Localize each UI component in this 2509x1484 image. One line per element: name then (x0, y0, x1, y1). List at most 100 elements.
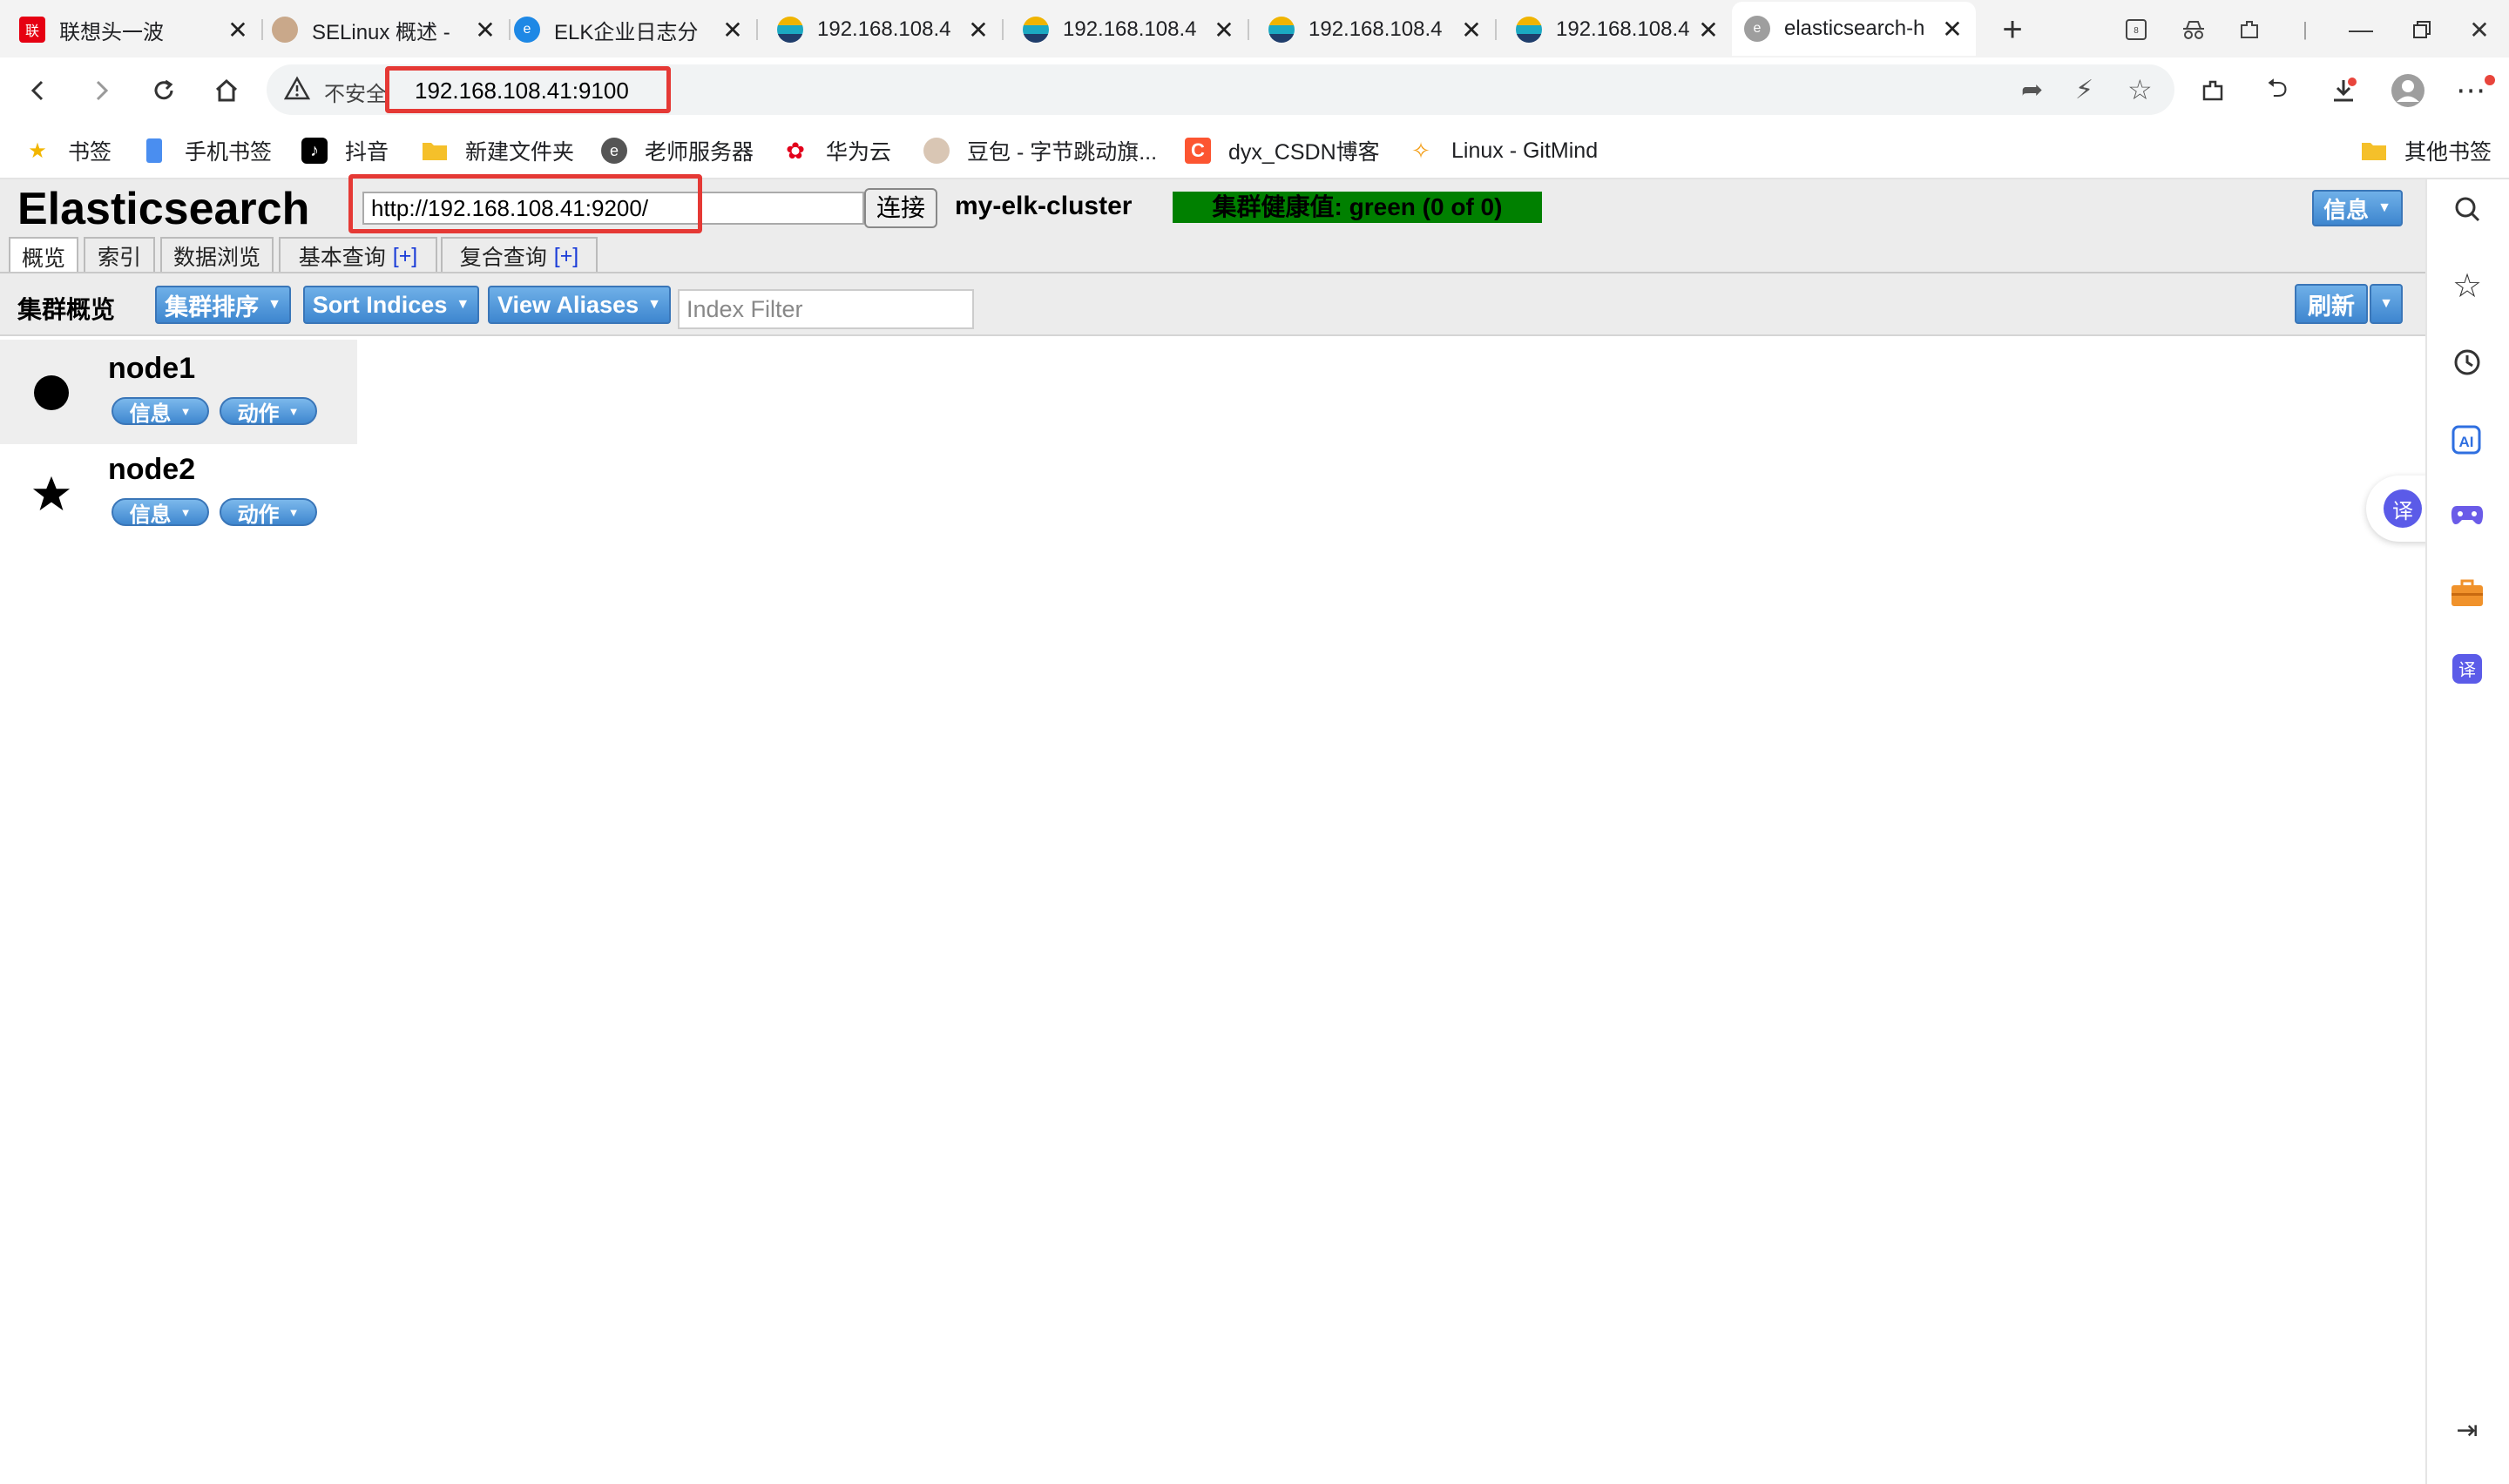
cluster-sort-button[interactable]: 集群排序 ▼ (155, 286, 291, 324)
caret-down-icon: ▼ (647, 297, 661, 312)
browser-tab[interactable]: e ELK企业日志分 ✕ (511, 7, 756, 52)
extensions-icon[interactable] (2192, 70, 2234, 111)
node-action-button[interactable]: 动作 ▼ (220, 498, 317, 527)
browser-tab[interactable]: 联 联想头一波 ✕ (0, 7, 261, 52)
bookmark-item[interactable]: ★ 书签 (24, 132, 112, 169)
star-icon: ★ (28, 138, 47, 163)
elastic-icon (777, 17, 803, 43)
caret-down-icon: ▼ (179, 404, 192, 418)
history-icon[interactable] (2446, 341, 2488, 383)
node-row: node2 信息 ▼ 动作 ▼ (0, 441, 357, 545)
close-tab-icon[interactable]: ✕ (1695, 16, 1721, 44)
incognito-icon[interactable] (2176, 12, 2211, 47)
share-icon[interactable]: ➦ (2021, 75, 2043, 105)
browser-toolbar: 不安全 192.168.108.41:9100 ➦ ⚡ ☆ ⮌ ⋯ (0, 57, 2509, 124)
minimize-icon[interactable]: — (2343, 12, 2378, 47)
security-label[interactable]: 不安全 (324, 77, 387, 107)
cluster-name: my-elk-cluster (955, 192, 1133, 220)
close-tab-icon[interactable]: ✕ (720, 16, 746, 44)
overview-toolbar: 集群概览 集群排序 ▼ Sort Indices ▼ View Aliases ▼ I… (0, 272, 2425, 336)
undo-icon[interactable]: ⮌ (2256, 70, 2298, 111)
bookmarks-bar: ★ 书签 手机书签 ♪ 抖音 新建文件夹 e 老师服务器 ✿ 华为云 豆包 - … (0, 124, 2509, 179)
annotation-box (348, 174, 702, 233)
bookmark-item[interactable]: 手机书签 (141, 132, 272, 169)
reload-button[interactable] (143, 70, 185, 111)
tab-compound-query[interactable]: 复合查询 [+] (441, 237, 598, 273)
profile-avatar-icon[interactable] (2387, 70, 2429, 111)
close-tab-icon[interactable]: ✕ (1211, 16, 1237, 44)
favorites-icon[interactable]: ☆ (2446, 265, 2488, 307)
caret-down-icon: ▼ (267, 297, 281, 312)
view-aliases-button[interactable]: View Aliases ▼ (488, 286, 671, 324)
browser-tab[interactable]: 192.168.108.4 ✕ (1497, 7, 1732, 52)
svg-text:译: 译 (2458, 659, 2476, 680)
master-node-circle-icon (31, 373, 71, 413)
back-button[interactable] (17, 70, 59, 111)
browser-tab[interactable]: 192.168.108.4 ✕ (758, 7, 1002, 52)
bookmark-item[interactable]: 豆包 - 字节跳动旗... (923, 132, 1157, 169)
caret-down-icon: ▼ (287, 404, 300, 418)
browser-tab-strip: 联 联想头一波 ✕ SELinux 概述 - ✕ e ELK企业日志分 ✕ 19… (0, 0, 2509, 57)
bookmark-item[interactable]: e 老师服务器 (601, 132, 754, 169)
browser-tab[interactable]: 192.168.108.4 ✕ (1249, 7, 1495, 52)
close-tab-icon[interactable]: ✕ (1458, 16, 1484, 44)
huawei-icon: ✿ (786, 137, 805, 164)
node-action-button[interactable]: 动作 ▼ (220, 397, 317, 426)
browser-tab[interactable]: 192.168.108.4 ✕ (1004, 7, 1248, 52)
refresh-button[interactable]: 刷新 (2295, 284, 2368, 324)
warning-icon[interactable] (283, 76, 311, 106)
game-icon[interactable] (2446, 495, 2488, 536)
close-tab-icon[interactable]: ✕ (472, 16, 498, 44)
tab-browser[interactable]: 数据浏览 (160, 237, 274, 273)
index-filter-input[interactable]: Index Filter (678, 289, 974, 329)
bookmark-item[interactable]: ✿ 华为云 (782, 132, 891, 169)
close-tab-icon[interactable]: ✕ (225, 16, 251, 44)
phone-icon (141, 138, 167, 164)
connect-button[interactable]: 连接 (864, 188, 937, 228)
caret-down-icon: ▼ (2379, 296, 2393, 311)
sort-indices-button[interactable]: Sort Indices ▼ (303, 286, 479, 324)
tab-indices[interactable]: 索引 (84, 237, 155, 273)
doubao-icon (923, 138, 950, 164)
bookmark-item[interactable]: ✧ Linux - GitMind (1408, 132, 1598, 169)
svg-text:AI: AI (2459, 434, 2474, 450)
browser-tab-active[interactable]: e elasticsearch-h ✕ (1732, 2, 1976, 56)
bookmark-item[interactable]: ♪ 抖音 (301, 132, 389, 169)
maximize-icon[interactable] (2404, 12, 2439, 47)
new-tab-button[interactable]: + (1995, 10, 2030, 49)
bookmark-item[interactable]: C dyx_CSDN博客 (1185, 132, 1380, 169)
home-button[interactable] (206, 70, 247, 111)
toolbox-icon[interactable] (2446, 571, 2488, 613)
node-info-button[interactable]: 信息 ▼ (112, 498, 209, 527)
close-tab-icon[interactable]: ✕ (1939, 15, 1965, 44)
translate-icon: 译 (2384, 489, 2422, 528)
translate-icon[interactable]: 译 (2446, 648, 2488, 690)
tab-actions-icon[interactable]: 8 (2119, 12, 2154, 47)
tab-overview[interactable]: 概览 (9, 237, 78, 275)
forward-button[interactable] (80, 70, 122, 111)
elasticsearch-head-page: Elasticsearch http://192.168.108.41:9200… (0, 174, 2425, 1484)
favorite-star-icon[interactable]: ☆ (2127, 73, 2153, 106)
node-info-button[interactable]: 信息 ▼ (112, 397, 209, 426)
browser-tab[interactable]: SELinux 概述 - ✕ (263, 7, 509, 52)
close-window-icon[interactable]: ✕ (2462, 12, 2497, 47)
download-icon[interactable] (2323, 70, 2364, 111)
elastic-icon (1516, 17, 1542, 43)
info-dropdown-button[interactable]: 信息 ▼ (2312, 190, 2403, 226)
node-row: node1 信息 ▼ 动作 ▼ (0, 340, 357, 444)
edge-icon: e (514, 17, 540, 43)
folder-icon (422, 138, 448, 164)
other-bookmarks[interactable]: 其他书签 (2361, 132, 2492, 169)
collapse-panel-icon[interactable]: ⇥ (2446, 1409, 2488, 1451)
lightning-icon[interactable]: ⚡ (2075, 75, 2093, 105)
bookmark-item[interactable]: 新建文件夹 (422, 132, 574, 169)
notification-dot (2485, 75, 2495, 85)
refresh-dropdown-button[interactable]: ▼ (2370, 284, 2403, 324)
elastic-icon: e (1744, 16, 1770, 42)
ai-icon[interactable]: AI (2446, 418, 2488, 460)
search-icon[interactable] (2446, 188, 2488, 230)
extensions-icon[interactable] (2232, 12, 2267, 47)
tab-basic-query[interactable]: 基本查询 [+] (279, 237, 437, 273)
caret-down-icon: ▼ (287, 505, 300, 519)
close-tab-icon[interactable]: ✕ (965, 16, 991, 44)
